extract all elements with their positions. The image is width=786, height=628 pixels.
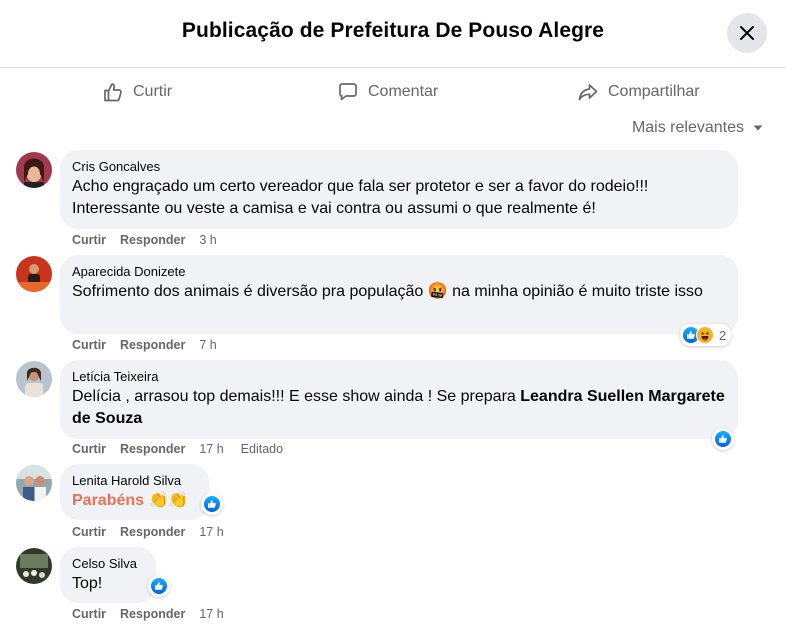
comment-text: Parabéns 👏👏 — [72, 490, 197, 512]
thumbs-up-icon — [104, 83, 122, 102]
comment-meta: Curtir Responder 17 h — [72, 525, 224, 539]
avatar[interactable] — [16, 548, 52, 584]
post-dialog-header: Publicação de Prefeitura De Pouso Alegre — [0, 0, 786, 68]
avatar[interactable] — [16, 361, 52, 397]
comment-button[interactable]: Comentar — [337, 72, 438, 112]
comment-like-link[interactable]: Curtir — [72, 607, 106, 621]
close-button[interactable] — [727, 13, 767, 53]
comment-sort-dropdown[interactable]: Mais relevantes — [632, 119, 764, 137]
like-reaction-badge[interactable] — [148, 575, 170, 597]
sort-label: Mais relevantes — [631, 119, 744, 136]
like-reaction-icon — [150, 577, 168, 595]
like-label: Curtir — [133, 83, 173, 100]
congrats-text: Parabéns — [72, 492, 145, 509]
comment-timestamp[interactable]: 7 h — [199, 338, 216, 352]
comment-timestamp[interactable]: 17 h — [199, 442, 223, 456]
comment-text-start: Sofrimento dos animais é diversão pra po… — [72, 283, 424, 300]
comment-meta: Curtir Responder 3 h — [72, 233, 217, 247]
comment-author[interactable]: Aparecida Donizete — [72, 263, 726, 280]
comment-meta: Curtir Responder 7 h — [72, 338, 217, 352]
comment-author[interactable]: Letícia Teixeira — [72, 368, 726, 385]
reaction-summary[interactable]: 2 — [680, 324, 732, 346]
close-icon — [740, 26, 754, 40]
like-reaction-icon — [203, 495, 221, 513]
comment-author[interactable]: Celso Silva — [72, 555, 144, 572]
comment-like-link[interactable]: Curtir — [72, 233, 106, 247]
avatar[interactable] — [16, 465, 52, 501]
comment-like-link[interactable]: Curtir — [72, 525, 106, 539]
comment-text: Delícia , arrasou top demais!!! E esse s… — [72, 386, 726, 430]
avatar[interactable] — [16, 256, 52, 292]
comment-bubble: Cris Goncalves Acho engraçado um certo v… — [60, 150, 738, 229]
comment-text-body: Delícia , arrasou top demais!!! E esse s… — [72, 388, 516, 405]
comment-meta: Curtir Responder 17 h Editado — [72, 442, 283, 456]
comment-reply-link[interactable]: Responder — [120, 607, 185, 621]
comment-text: Top! — [72, 575, 103, 592]
comment-label: Comentar — [368, 83, 439, 100]
comment-timestamp[interactable]: 3 h — [199, 233, 216, 247]
like-reaction-icon — [714, 430, 732, 448]
comment-text: Sofrimento dos animais é diversão pra po… — [72, 281, 726, 303]
comment-author[interactable]: Lenita Harold Silva — [72, 472, 197, 489]
comment-author[interactable]: Cris Goncalves — [72, 158, 726, 175]
comment-bubble: Lenita Harold Silva Parabéns 👏👏 — [60, 464, 209, 520]
comment-like-link[interactable]: Curtir — [72, 442, 106, 456]
edited-label: Editado — [240, 442, 284, 456]
speech-bubble-icon — [339, 83, 357, 101]
comment-like-link[interactable]: Curtir — [72, 338, 106, 352]
comment-reply-link[interactable]: Responder — [120, 233, 185, 247]
like-reaction-badge[interactable] — [712, 428, 734, 450]
comment-reply-link[interactable]: Responder — [120, 338, 185, 352]
clapping-emoji: 👏👏 — [148, 492, 189, 509]
comment-timestamp[interactable]: 17 h — [199, 607, 223, 621]
comment-timestamp[interactable]: 17 h — [199, 525, 223, 539]
reaction-count: 2 — [719, 327, 727, 343]
comment-reply-link[interactable]: Responder — [120, 442, 185, 456]
like-reaction-badge[interactable] — [201, 493, 223, 515]
comment-bubble: Celso Silva Top! — [60, 547, 156, 603]
comment-meta: Curtir Responder 17 h — [72, 607, 224, 621]
comment-text-end: na minha opinião é muito triste isso — [452, 283, 703, 300]
haha-reaction-icon — [696, 326, 714, 344]
share-button[interactable]: Compartilhar — [577, 72, 700, 112]
angry-emoji: 🤬 — [427, 283, 448, 300]
share-label: Compartilhar — [608, 83, 700, 100]
comment-text: Acho engraçado um certo vereador que fal… — [72, 178, 649, 217]
comment-reply-link[interactable]: Responder — [120, 525, 185, 539]
like-button[interactable]: Curtir — [102, 72, 172, 112]
caret-down-icon — [753, 125, 763, 131]
avatar[interactable] — [16, 152, 52, 188]
dialog-title: Publicação de Prefeitura De Pouso Alegre — [181, 19, 605, 42]
comment-bubble: Letícia Teixeira Delícia , arrasou top d… — [60, 360, 738, 439]
post-actions-bar: Curtir Comentar Compartilhar — [0, 72, 786, 112]
comment-bubble: Aparecida Donizete Sofrimento dos animai… — [60, 255, 738, 334]
share-arrow-icon — [578, 84, 598, 101]
